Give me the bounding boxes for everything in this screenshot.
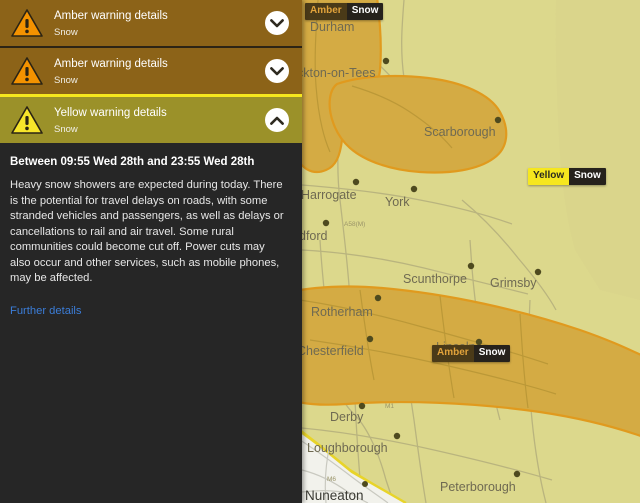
map-label-peterborough: Peterborough [440,480,516,494]
chevron-up-icon[interactable] [265,108,289,132]
warnings-panel: Amber warning details Snow Amber warning [0,0,302,503]
map-label-loughborough: Loughborough [307,441,388,455]
warning-text-block: Yellow warning details Snow [52,106,265,135]
warning-detail-panel: Between 09:55 Wed 28th and 23:55 Wed 28t… [0,143,302,319]
map-road-label-m1: M1 [385,403,394,410]
warning-hazard: Snow [54,74,78,86]
map-label-scunthorpe: Scunthorpe [403,272,467,286]
warning-title: Amber warning details [54,9,168,22]
warning-triangle-amber-icon [10,56,44,86]
warning-text-block: Amber warning details Snow [52,9,265,38]
warning-hazard: Snow [54,26,78,38]
map-label-derby: Derby [330,410,364,424]
warning-triangle-amber-icon [10,8,44,38]
warning-title: Yellow warning details [54,106,167,119]
map-badge-yellow-snow[interactable]: Yellow Snow [528,168,606,185]
chevron-down-icon[interactable] [265,59,289,83]
map-label-scarborough: Scarborough [424,125,496,139]
warning-row-yellow-1[interactable]: Yellow warning details Snow [0,94,302,143]
map-badge-level: Amber [305,3,347,20]
map-badge-amber-durham[interactable]: Amber Snow [305,3,384,20]
map-label-york: York [385,195,410,209]
warning-text-block: Amber warning details Snow [52,57,265,86]
map-label-nuneaton: Nuneaton [305,488,364,503]
warning-row-amber-1[interactable]: Amber warning details Snow [0,0,302,46]
warning-row-amber-2[interactable]: Amber warning details Snow [0,48,302,94]
warning-hazard: Snow [54,123,78,135]
warning-triangle-yellow-icon [10,105,44,135]
chevron-down-icon[interactable] [265,11,289,35]
warning-title: Amber warning details [54,57,168,70]
map-badge-amber-lincoln[interactable]: Amber Snow [432,345,511,362]
map-label-grimsby: Grimsby [490,276,537,290]
map-badge-level: Yellow [528,168,570,185]
map-road-label-a58m: A58(M) [344,221,365,228]
map-badge-level: Amber [432,345,474,362]
map-label-stockton-on-tees: ckton-on-Tees [297,66,376,80]
map-label-durham: Durham [310,20,354,34]
map-label-harrogate: Harrogate [301,188,357,202]
warning-map-screen: Durham ckton-on-Tees Scarborough Harroga… [0,0,640,503]
warning-validity-period: Between 09:55 Wed 28th and 23:55 Wed 28t… [10,156,255,168]
further-details-link[interactable]: Further details [10,305,82,317]
map-road-label-m6: M6 [327,476,336,483]
map-badge-hazard: Snow [569,168,606,185]
map-badge-hazard: Snow [346,3,384,20]
map-label-rotherham: Rotherham [311,305,373,319]
map-label-bradford: dford [299,229,328,243]
map-label-chesterfield: Chesterfield [297,344,364,358]
map-badge-hazard: Snow [473,345,511,362]
warning-description: Heavy snow showers are expected during t… [10,179,284,284]
